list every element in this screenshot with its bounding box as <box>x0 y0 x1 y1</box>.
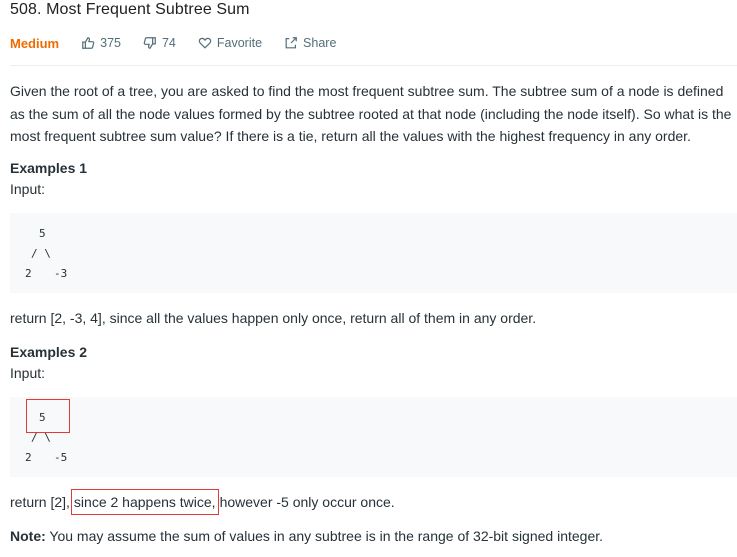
example2-input-label: Input: <box>10 365 46 381</box>
favorite-label: Favorite <box>216 36 263 50</box>
difficulty-badge: Medium <box>10 35 60 51</box>
dislike-count: 74 <box>161 36 176 50</box>
share-icon <box>285 37 297 49</box>
tree-right-node: -5 <box>54 451 68 464</box>
tree-branches: / \ <box>31 247 51 260</box>
note-label: Note: <box>10 528 46 544</box>
tree-root-node: 5 <box>39 227 46 240</box>
highlight-box-root <box>26 399 70 433</box>
like-count: 375 <box>100 36 121 50</box>
tree-branches: / \ <box>31 431 51 444</box>
example1-input-label: Input: <box>10 181 46 197</box>
dislike-button[interactable]: 74 <box>143 36 176 50</box>
tree-left-node: 2 <box>25 267 32 280</box>
tree-right-node: -3 <box>54 267 68 280</box>
problem-description: Given the root of a tree, you are asked … <box>10 83 732 144</box>
problem-meta-bar: Medium 375 74 Favorite Share <box>10 34 358 52</box>
note-text: You may assume the sum of values in any … <box>45 528 604 544</box>
example2-result: return [2], since 2 happens twice, however… <box>10 489 395 515</box>
share-label: Share <box>303 36 337 50</box>
share-button[interactable]: Share <box>284 36 336 50</box>
example1-result: return [2, -3, 4], since all the values … <box>10 310 537 326</box>
favorite-button[interactable]: Favorite <box>198 36 262 50</box>
tree-root-node: 5 <box>39 411 46 424</box>
problem-title: 508. Most Frequent Subtree Sum <box>10 1 250 18</box>
heart-icon <box>198 37 212 49</box>
example2-result-suffix: however -5 only occur once. <box>219 494 395 510</box>
thumbs-down-icon <box>143 37 156 49</box>
example1-code-block: 5 / \ 2 -3 <box>10 213 737 293</box>
note-paragraph: Note: You may assume the sum of values i… <box>10 528 603 544</box>
like-button[interactable]: 375 <box>81 36 121 50</box>
example2-heading: Examples 2 <box>10 344 88 360</box>
thumbs-up-icon <box>82 37 95 49</box>
tree-left-node: 2 <box>25 451 32 464</box>
example2-result-prefix: return [2], <box>10 494 70 510</box>
example2-code-block: 5 / \ 2 -5 <box>10 397 737 477</box>
highlighted-text: since 2 happens twice, <box>70 489 219 515</box>
example1-heading: Examples 1 <box>10 160 88 176</box>
header-divider <box>10 65 737 66</box>
